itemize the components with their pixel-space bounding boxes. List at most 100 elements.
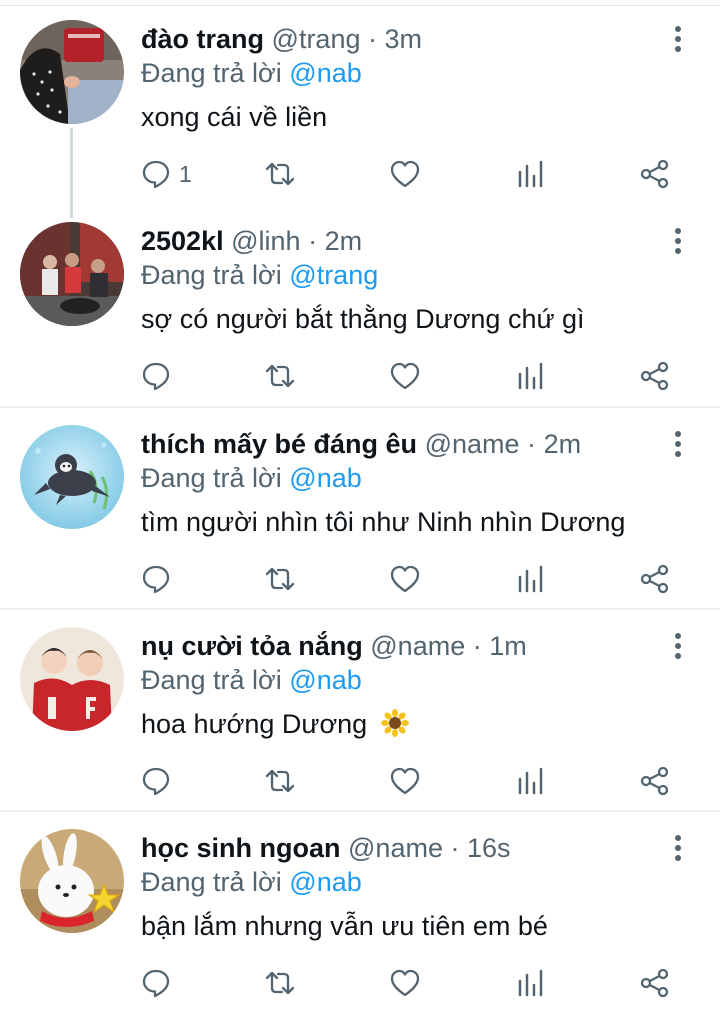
mention-link[interactable]: @nab xyxy=(289,58,361,88)
display-name[interactable]: 2502kl xyxy=(141,226,224,256)
retweet-icon xyxy=(265,769,295,793)
author-line: học sinh ngoan @name · 16s xyxy=(141,831,511,865)
retweet-button[interactable] xyxy=(264,559,296,599)
reply-bubble-icon xyxy=(142,565,170,594)
avatar[interactable] xyxy=(20,627,124,731)
tweet-text-body: hoa hướng Dương xyxy=(141,709,368,739)
tweet-item[interactable]: học sinh ngoan @name · 16s Đang trả lời … xyxy=(0,809,720,1011)
tweet-item[interactable]: nụ cười tỏa nắng @name · 1m Đang trả lời… xyxy=(0,607,720,809)
heart-icon xyxy=(390,969,420,997)
views-bar-chart-icon xyxy=(518,969,543,997)
reply-button[interactable] xyxy=(140,559,179,599)
separator-dot: · xyxy=(472,631,482,661)
mention-link[interactable]: @nab xyxy=(289,665,361,695)
timestamp[interactable]: 3m xyxy=(385,24,423,54)
more-options-button[interactable] xyxy=(664,24,692,54)
mention-link[interactable]: @trang xyxy=(289,260,378,290)
like-button[interactable] xyxy=(389,559,421,599)
like-button[interactable] xyxy=(389,963,421,1003)
author-line: nụ cười tỏa nắng @name · 1m xyxy=(141,629,527,663)
more-options-button[interactable] xyxy=(664,226,692,256)
reply-bubble-icon xyxy=(142,362,170,391)
more-vertical-icon xyxy=(675,835,681,861)
retweet-button[interactable] xyxy=(264,963,296,1003)
more-vertical-icon xyxy=(675,431,681,457)
handle[interactable]: @name xyxy=(348,833,443,863)
retweet-icon xyxy=(265,364,295,388)
tweet-text: xong cái về liền xyxy=(141,102,328,132)
display-name[interactable]: học sinh ngoan xyxy=(141,833,341,863)
like-button[interactable] xyxy=(389,154,421,194)
reply-button[interactable]: 1 xyxy=(140,154,192,194)
handle[interactable]: @linh xyxy=(231,226,300,256)
heart-icon xyxy=(390,565,420,593)
avatar[interactable] xyxy=(20,222,124,326)
replying-to: Đang trả lời @nab xyxy=(141,56,362,90)
timestamp[interactable]: 2m xyxy=(325,226,363,256)
tweet-text: sợ có người bắt thằng Dương chứ gì xyxy=(141,304,585,334)
like-button[interactable] xyxy=(389,356,421,396)
retweet-button[interactable] xyxy=(264,761,296,801)
more-vertical-icon xyxy=(675,633,681,659)
views-button[interactable] xyxy=(515,154,547,194)
reply-button[interactable] xyxy=(140,356,179,396)
reply-count: 1 xyxy=(179,160,192,187)
share-button[interactable] xyxy=(639,356,671,396)
action-bar: 1 xyxy=(0,154,720,194)
reply-bubble-icon xyxy=(142,160,170,189)
more-options-button[interactable] xyxy=(664,631,692,661)
replying-to-label: Đang trả lời xyxy=(141,58,282,88)
display-name[interactable]: thích mấy bé đáng êu xyxy=(141,429,417,459)
heart-icon xyxy=(390,160,420,188)
separator-dot: · xyxy=(368,24,377,54)
author-line: đào trang @trang · 3m xyxy=(141,22,422,56)
display-name[interactable]: nụ cười tỏa nắng xyxy=(141,631,363,661)
replying-to: Đang trả lời @nab xyxy=(141,663,362,697)
mention-link[interactable]: @nab xyxy=(289,463,361,493)
avatar[interactable] xyxy=(20,829,124,933)
share-button[interactable] xyxy=(639,963,671,1003)
heart-icon xyxy=(390,767,420,795)
more-vertical-icon xyxy=(675,26,681,52)
share-button[interactable] xyxy=(639,761,671,801)
replying-to-label: Đang trả lời xyxy=(141,867,282,897)
replying-to: Đang trả lời @trang xyxy=(141,258,378,292)
separator-dot: · xyxy=(450,833,460,863)
share-button[interactable] xyxy=(639,559,671,599)
mention-link[interactable]: @nab xyxy=(289,867,361,897)
tweet-item[interactable]: 2502kl @linh · 2m Đang trả lời @trang sợ… xyxy=(0,202,720,404)
share-icon xyxy=(640,564,669,594)
views-button[interactable] xyxy=(515,559,547,599)
tweet-item[interactable]: đào trang @trang · 3m Đang trả lời @nab … xyxy=(0,0,720,218)
reply-button[interactable] xyxy=(140,761,179,801)
timestamp[interactable]: 1m xyxy=(489,631,527,661)
views-button[interactable] xyxy=(515,963,547,1003)
handle[interactable]: @name xyxy=(370,631,465,661)
sunflower-emoji-icon xyxy=(380,709,409,737)
views-bar-chart-icon xyxy=(518,362,543,390)
display-name[interactable]: đào trang xyxy=(141,24,264,54)
timestamp[interactable]: 16s xyxy=(467,833,511,863)
action-bar xyxy=(0,963,720,1003)
author-line: 2502kl @linh · 2m xyxy=(141,224,362,258)
separator-dot: · xyxy=(527,429,537,459)
share-icon xyxy=(640,968,669,998)
avatar[interactable] xyxy=(20,20,124,124)
more-options-button[interactable] xyxy=(664,833,692,863)
avatar[interactable] xyxy=(20,425,124,529)
handle[interactable]: @trang xyxy=(272,24,361,54)
handle[interactable]: @name xyxy=(425,429,520,459)
views-bar-chart-icon xyxy=(518,767,543,795)
tweet-item[interactable]: thích mấy bé đáng êu @name · 2m Đang trả… xyxy=(0,405,720,607)
more-options-button[interactable] xyxy=(664,429,692,459)
retweet-button[interactable] xyxy=(264,154,296,194)
more-vertical-icon xyxy=(675,228,681,254)
retweet-button[interactable] xyxy=(264,356,296,396)
like-button[interactable] xyxy=(389,761,421,801)
share-button[interactable] xyxy=(639,154,671,194)
views-button[interactable] xyxy=(515,761,547,801)
views-button[interactable] xyxy=(515,356,547,396)
heart-icon xyxy=(390,362,420,390)
reply-button[interactable] xyxy=(140,963,179,1003)
timestamp[interactable]: 2m xyxy=(544,429,582,459)
